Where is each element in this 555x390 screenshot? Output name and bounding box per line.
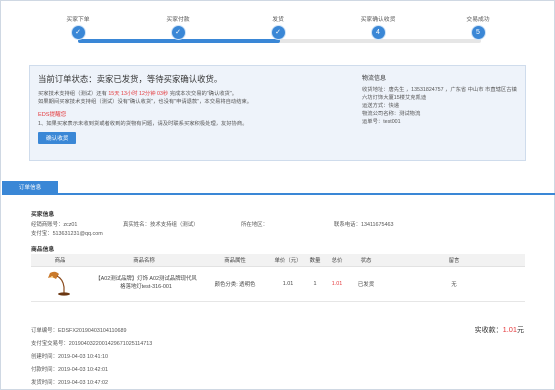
waybill-number: 运单号：test001 (362, 119, 401, 125)
received-amount: 实收款：1.01元 (474, 325, 524, 334)
alipay-trade-number: 支付宝交易号：2019040322001429671025114713 (31, 341, 153, 347)
product-attribute: 颜色分类: 透明色 (199, 266, 271, 302)
shipped-time: 发货时间：2019-04-03 10:47:02 (31, 380, 109, 386)
step-label: 发货 (272, 17, 284, 23)
total-price: 1.01 (325, 266, 349, 302)
buyer-account: 经销商账号：zcz01 (31, 222, 78, 228)
buyer-alipay: 支付宝：513631231@qq.com (31, 231, 103, 237)
unit-price: 1.01 (271, 266, 305, 302)
order-status-panel: 当前订单状态：卖家已发货，等待买家确认收货。 买家技术支持组（测试）还有 15天… (29, 65, 526, 161)
reminder-text: 1、如果买家表示未收到货或者收到的货物有问题，请及时联系买家积极处理，友好协商。 (38, 121, 248, 128)
countdown-minutes: 12分钟 (139, 91, 156, 97)
page-frame: 买家下单 ✓ 买家付款 ✓ 发货 ✓ 买家确认收货 4 交易成功 5 当前订单状… (0, 0, 555, 390)
step-confirm-receipt: 买家确认收货 4 (338, 15, 418, 40)
reminder-heading: EDS提醒您 (38, 112, 67, 119)
step-shipped: 发货 ✓ (238, 15, 318, 40)
order-number: 订单编号：EDSFX20190403104110689 (31, 328, 127, 334)
logistics-title: 物流信息 (362, 76, 387, 82)
step-paid: 买家付款 ✓ (138, 15, 218, 40)
countdown-days: 15天 (108, 91, 120, 97)
step-label: 买家下单 (66, 17, 90, 23)
step-label: 交易成功 (466, 17, 490, 23)
goods-info-title: 商品信息 (31, 247, 55, 253)
step-number: 5 (470, 25, 486, 40)
countdown-seconds: 03秒 (157, 91, 169, 97)
buyer-remark: 无 (383, 266, 525, 302)
confirm-receipt-button[interactable]: 确认收货 (38, 131, 77, 144)
col-header: 商品名称 (89, 254, 199, 267)
order-progress: 买家下单 ✓ 买家付款 ✓ 发货 ✓ 买家确认收货 4 交易成功 5 (41, 15, 531, 55)
check-icon: ✓ (270, 25, 286, 40)
goods-table-header: 商品 商品名称 商品属性 单价（元） 数量 总价 状态 留言 (31, 254, 525, 267)
product-image-cell (31, 266, 89, 302)
col-header: 总价 (325, 254, 349, 267)
buyer-real-name: 真实姓名：技术支持组（测试） (123, 222, 199, 228)
auto-close-note: 如果期间买家技术支持组（测试）没有"确认收货"，也没有"申请退款"，本交易将自动… (38, 98, 253, 105)
product-name-link[interactable]: 【A02测试品牌】灯饰 A02测试品牌现代风格落地灯test-316-001 (89, 266, 199, 302)
step-number: 4 (370, 25, 386, 40)
col-header: 留言 (383, 254, 525, 267)
created-time: 创建时间：2019-04-03 10:41:10 (31, 354, 109, 360)
col-header: 数量 (305, 254, 325, 267)
step-label: 买家确认收货 (360, 17, 396, 23)
col-header: 商品 (31, 254, 89, 267)
paid-time: 付款时间：2019-04-03 10:42:01 (31, 367, 109, 373)
goods-table: 商品 商品名称 商品属性 单价（元） 数量 总价 状态 留言 【A02测试品牌】… (31, 254, 525, 302)
status-info: 当前订单状态：卖家已发货，等待买家确认收货。 买家技术支持组（测试）还有 15天… (38, 73, 348, 144)
logistics-company: 物流公司名称：测试物流 (362, 111, 421, 117)
quantity: 1 (305, 266, 325, 302)
check-icon: ✓ (70, 25, 86, 40)
countdown-hours: 13小时 (121, 91, 138, 97)
step-ordered: 买家下单 ✓ (38, 15, 118, 40)
col-header: 商品属性 (199, 254, 271, 267)
buyer-phone: 联系电话：13411675463 (334, 222, 394, 228)
shipping-address: 收货地址：唐先生 ，13531824757 ，广东省 中山市 市直辖区古镇六坊灯… (362, 87, 517, 101)
amount-value: 1.01 (502, 325, 517, 334)
countdown-line: 买家技术支持组（测试）还有 15天 13小时 12分钟 03秒 完成本次交易的"… (38, 91, 238, 97)
step-label: 买家付款 (166, 17, 190, 23)
item-status: 已发货 (349, 266, 383, 302)
buyer-info-title: 买家信息 (31, 212, 55, 218)
step-complete: 交易成功 5 (438, 15, 518, 40)
tab-order-info[interactable]: 订单信息 (2, 181, 58, 195)
tab-bar: 订单信息 (2, 181, 555, 195)
logistics-info: 物流信息 收货地址：唐先生 ，13531824757 ，广东省 中山市 市直辖区… (362, 73, 522, 126)
table-row: 【A02测试品牌】灯饰 A02测试品牌现代风格落地灯test-316-001 颜… (31, 266, 525, 302)
shipping-method: 运送方式：快递 (362, 103, 400, 109)
col-header: 状态 (349, 254, 383, 267)
buyer-region: 所在地区： (241, 222, 268, 228)
check-icon: ✓ (170, 25, 186, 40)
col-header: 单价（元） (271, 254, 305, 267)
status-title: 当前订单状态：卖家已发货，等待买家确认收货。 (38, 74, 223, 84)
floor-lamp-image[interactable] (45, 269, 75, 297)
